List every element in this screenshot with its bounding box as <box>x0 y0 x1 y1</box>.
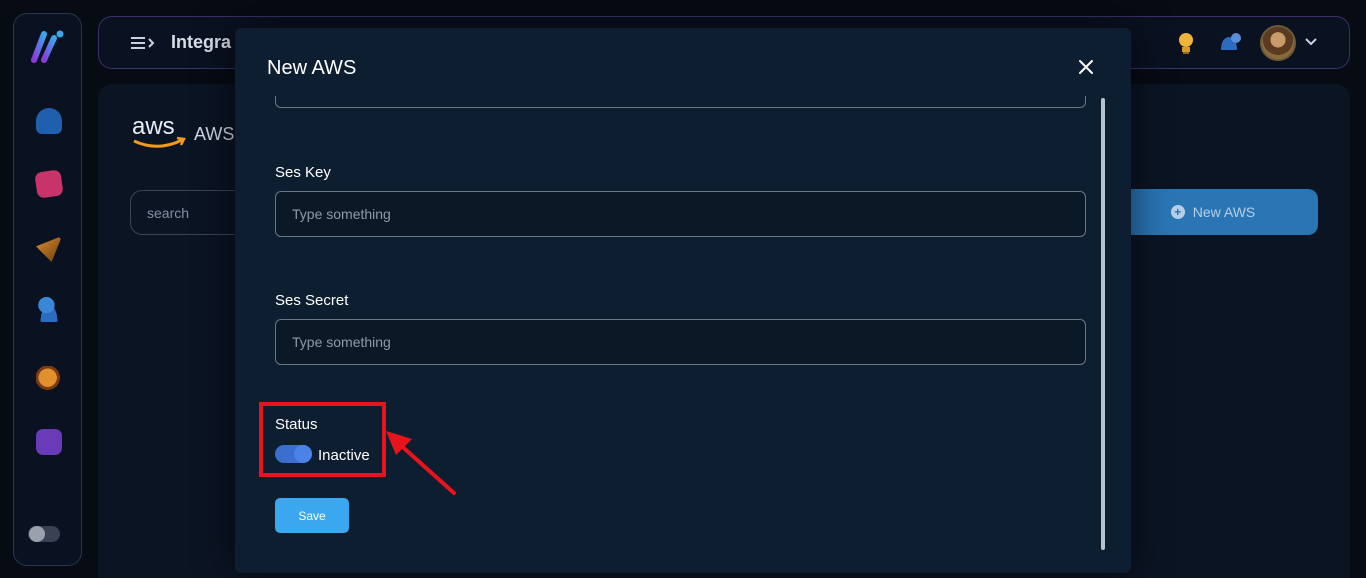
sidebar-item-chat-icon[interactable] <box>36 429 62 455</box>
sidebar-item-send-icon[interactable] <box>36 236 62 262</box>
previous-field-input[interactable] <box>275 96 1086 108</box>
annotation-arrow-icon <box>386 431 456 495</box>
save-button[interactable]: Save <box>275 498 349 533</box>
new-aws-button[interactable]: + New AWS <box>1108 189 1318 235</box>
sidebar-item-dashboard-icon[interactable] <box>36 108 62 134</box>
sidebar <box>13 13 82 566</box>
scrollbar-track <box>1101 98 1105 246</box>
annotation-highlight-box <box>259 402 386 477</box>
lightbulb-icon[interactable] <box>1175 30 1197 56</box>
close-icon[interactable] <box>1075 56 1097 78</box>
svg-text:aws: aws <box>132 113 175 140</box>
new-aws-modal: New AWS Ses Key Ses Secret Status Inacti… <box>235 28 1131 573</box>
modal-body: Ses Key Ses Secret Status Inactive Save <box>235 96 1131 573</box>
new-aws-button-label: New AWS <box>1192 204 1256 220</box>
ses-secret-label: Ses Secret <box>275 292 349 309</box>
bell-icon[interactable] <box>1217 30 1243 56</box>
theme-toggle[interactable] <box>28 526 60 542</box>
ses-secret-input[interactable] <box>275 319 1086 365</box>
sidebar-item-users-icon[interactable] <box>36 296 62 322</box>
ses-key-input[interactable] <box>275 191 1086 237</box>
modal-title: New AWS <box>267 57 357 79</box>
aws-logo-icon: aws <box>132 113 186 148</box>
sidebar-item-integrations-icon[interactable] <box>36 366 62 392</box>
page-title: Integra <box>171 32 232 52</box>
chevron-down-icon[interactable] <box>1305 34 1317 50</box>
aws-heading: AWS <box>194 124 235 144</box>
menu-icon[interactable] <box>131 34 155 52</box>
scrollbar-thumb[interactable] <box>1101 244 1105 550</box>
sidebar-item-analytics-icon[interactable] <box>34 169 64 199</box>
ses-key-label: Ses Key <box>275 164 331 181</box>
app-logo-icon[interactable] <box>30 28 66 64</box>
plus-icon: + <box>1170 205 1185 219</box>
avatar[interactable] <box>1260 25 1296 61</box>
